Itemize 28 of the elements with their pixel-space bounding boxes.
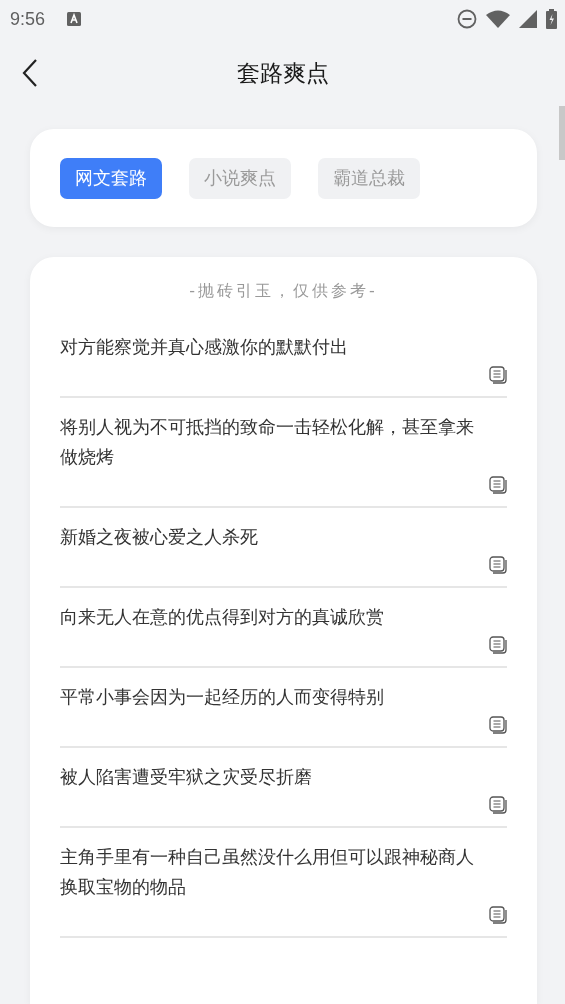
copy-icon[interactable] — [489, 796, 507, 814]
signal-icon — [519, 10, 537, 28]
list-heading: -抛砖引玉，仅供参考- — [188, 281, 379, 302]
page-title: 套路爽点 — [236, 58, 329, 88]
item-text: 主角手里有一种自己虽然没什么用但可以跟神秘商人换取宝物的物品 — [60, 845, 475, 899]
copy-icon[interactable] — [489, 716, 507, 734]
copy-icon[interactable] — [489, 476, 507, 494]
back-button[interactable] — [20, 57, 40, 89]
battery-icon — [546, 9, 557, 29]
copy-icon[interactable] — [489, 636, 507, 654]
item-text: 将别人视为不可抵挡的致命一击轻松化解，甚至拿来做烧烤 — [60, 415, 475, 469]
back-icon — [22, 59, 38, 87]
item-text: 新婚之夜被心爱之人杀死 — [60, 525, 259, 549]
item-text: 对方能察觉并真心感激你的默默付出 — [60, 335, 349, 359]
copy-icon[interactable] — [489, 366, 507, 384]
do-not-disturb-icon — [457, 9, 477, 29]
item-text: 平常小事会因为一起经历的人而变得特别 — [60, 685, 385, 709]
item-text: 被人陷害遭受牢狱之灾受尽折磨 — [60, 765, 313, 789]
status-time: 9:56 — [10, 8, 46, 30]
category-tab[interactable]: 小说爽点 — [189, 157, 291, 199]
category-tab[interactable]: 霸道总裁 — [318, 157, 420, 199]
copy-icon[interactable] — [489, 906, 507, 924]
notification-icon — [67, 12, 82, 26]
wifi-icon — [486, 10, 510, 28]
scrollbar-thumb[interactable] — [559, 106, 565, 160]
copy-icon[interactable] — [489, 556, 507, 574]
item-text: 向来无人在意的优点得到对方的真诚欣赏 — [60, 605, 385, 629]
category-tab[interactable]: 网文套路 — [60, 157, 162, 199]
